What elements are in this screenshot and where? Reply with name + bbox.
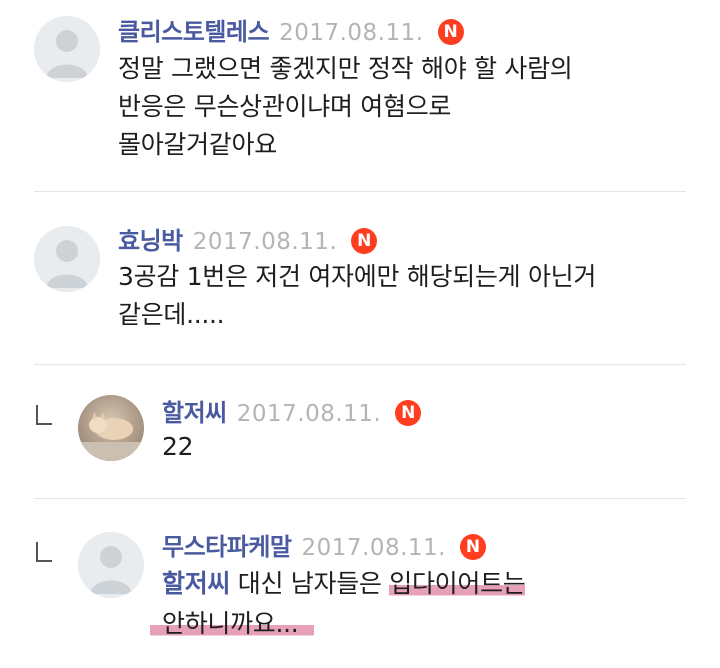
new-badge: N <box>351 228 378 254</box>
comment-text-line: 같은데..... <box>118 300 225 329</box>
reply-arrow-icon <box>36 542 52 562</box>
avatar[interactable] <box>78 395 144 461</box>
reply-author[interactable]: 할저씨 <box>162 399 227 427</box>
avatar[interactable] <box>78 532 144 598</box>
comment-date: 2017.08.11. <box>192 229 338 255</box>
reply-text-line: 안하니까요... <box>150 604 525 644</box>
reply-date: 2017.08.11. <box>301 535 446 561</box>
comment-text-line: 정말 그랬으면 좋겠지만 정작 해야 할 사람의 <box>118 54 573 83</box>
reply-text: 22 <box>162 432 194 461</box>
reply-meta: 무스타파케말 2017.08.11. N <box>162 527 486 562</box>
reply-meta: 할저씨 2017.08.11. N <box>162 393 422 428</box>
mention-tag[interactable]: 할저씨 <box>162 569 230 598</box>
reply-author[interactable]: 무스타파케말 <box>162 533 292 561</box>
highlighted-text: 안하니까요... <box>150 609 315 638</box>
comment-text-line: 몰아갈거같아요 <box>118 130 277 159</box>
comment-text-line: 반응은 무슨상관이냐며 여혐으로 <box>118 92 452 121</box>
reply-text: 할저씨 대신 남자들은 입다이어트는 안하니까요... <box>150 564 526 644</box>
reply-text-line: 할저씨 대신 남자들은 입다이어트는 <box>162 564 526 604</box>
default-avatar-icon <box>78 532 144 598</box>
reply-text-plain: 대신 남자들은 <box>230 569 390 598</box>
comment-meta: 클리스토텔레스 2017.08.11. N <box>118 12 464 47</box>
comment-author[interactable]: 클리스토텔레스 <box>118 18 270 46</box>
reply-date: 2017.08.11. <box>236 401 382 427</box>
default-avatar-icon <box>34 226 100 292</box>
default-avatar-icon <box>34 16 100 82</box>
comment-date: 2017.08.11. <box>279 20 424 46</box>
highlighted-text: 입다이어트는 <box>389 569 526 598</box>
comment-author[interactable]: 효닝박 <box>118 227 183 255</box>
comment-divider <box>34 498 686 499</box>
comment-text-line: 3공감 1번은 저건 여자에만 해당되는게 아닌거 <box>118 262 597 291</box>
comment-meta: 효닝박 2017.08.11. N <box>118 221 378 256</box>
new-badge: N <box>437 19 464 45</box>
comment-divider <box>34 364 686 365</box>
comment-divider <box>34 191 686 192</box>
comment-text: 3공감 1번은 저건 여자에만 해당되는게 아닌거 같은데..... <box>118 258 596 334</box>
cat-photo-avatar <box>78 395 144 461</box>
new-badge: N <box>395 400 422 426</box>
avatar[interactable] <box>34 226 100 292</box>
avatar[interactable] <box>34 16 100 82</box>
reply-arrow-icon <box>36 405 52 425</box>
comment-text: 정말 그랬으면 좋겠지만 정작 해야 할 사람의 반응은 무슨상관이냐며 여혐으… <box>118 50 573 164</box>
new-badge: N <box>459 534 486 560</box>
